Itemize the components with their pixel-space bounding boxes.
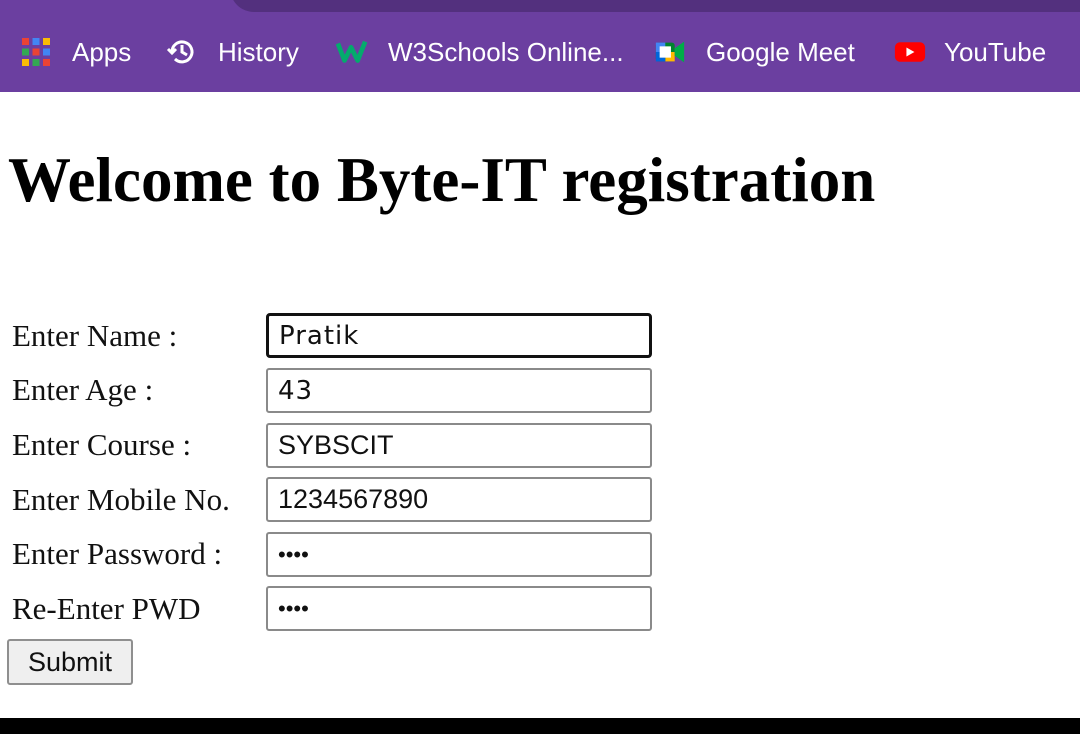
history-clock-icon	[166, 36, 198, 68]
bookmark-label: YouTube	[944, 36, 1047, 67]
bookmark-w3schools[interactable]: W3Schools Online...	[336, 34, 624, 70]
bookmark-label: Apps	[72, 36, 132, 67]
bookmark-google-meet[interactable]: Google Meet	[654, 34, 855, 70]
page-title: Welcome to Byte-IT registration	[8, 145, 876, 215]
bottom-edge	[0, 718, 1080, 734]
bookmark-label: W3Schools Online...	[388, 36, 624, 67]
bookmark-history[interactable]: History	[166, 34, 299, 70]
youtube-icon	[894, 36, 926, 68]
submit-button[interactable]: Submit	[7, 639, 133, 685]
mobile-input[interactable]	[266, 477, 652, 522]
reenter-password-label: Re-Enter PWD	[12, 591, 201, 626]
course-label: Enter Course :	[12, 427, 192, 462]
password-input[interactable]	[266, 532, 652, 577]
name-input[interactable]	[266, 313, 652, 358]
tab-strip-edge	[230, 0, 1080, 12]
bookmark-label: History	[218, 36, 299, 67]
course-input[interactable]	[266, 423, 652, 468]
w3schools-icon	[336, 36, 368, 68]
apps-grid-icon	[20, 36, 52, 68]
name-label: Enter Name :	[12, 318, 178, 353]
reenter-password-input[interactable]	[266, 586, 652, 631]
bookmark-youtube[interactable]: YouTube	[894, 34, 1046, 70]
google-meet-icon	[654, 36, 686, 68]
bookmark-label: Google Meet	[706, 36, 855, 67]
age-label: Enter Age :	[12, 372, 154, 407]
password-label: Enter Password :	[12, 536, 223, 571]
age-input[interactable]	[266, 368, 652, 413]
mobile-label: Enter Mobile No.	[12, 482, 230, 517]
bookmark-apps[interactable]: Apps	[20, 34, 131, 70]
bookmarks-bar: Apps History W3Schools Online... Google …	[0, 0, 1080, 92]
